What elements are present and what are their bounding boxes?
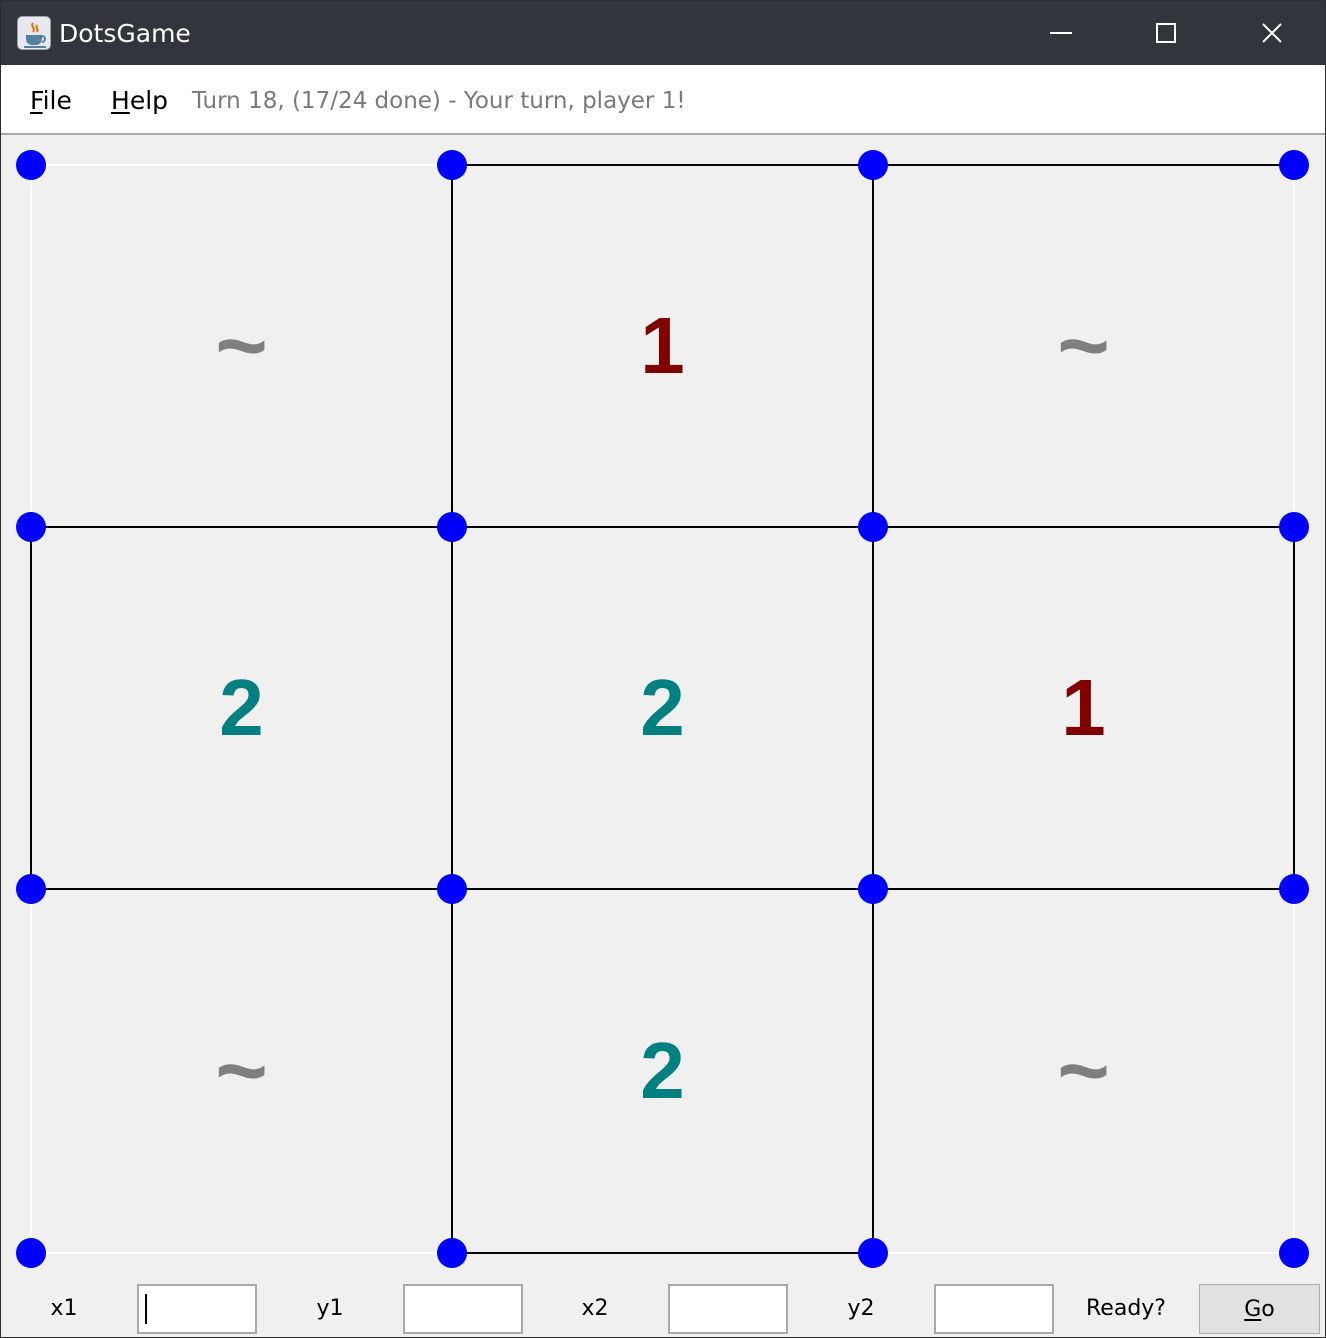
- box-owner-r1-c0: 2: [219, 663, 264, 752]
- box-owner-r2-c0: ~: [215, 1021, 268, 1121]
- dot-r1-c3[interactable]: [1279, 512, 1309, 542]
- dot-r3-c3[interactable]: [1279, 1238, 1309, 1268]
- menu-bar: File Help Turn 18, (17/24 done) - Your t…: [1, 65, 1325, 135]
- help-menu-mnemonic: H: [111, 86, 130, 115]
- go-button-mnemonic: G: [1244, 1296, 1262, 1322]
- x2-input[interactable]: [668, 1284, 788, 1334]
- y2-label: y2: [847, 1296, 875, 1321]
- dot-r2-c2[interactable]: [858, 874, 888, 904]
- turn-status: Turn 18, (17/24 done) - Your turn, playe…: [192, 88, 686, 114]
- java-coffee-cup-icon[interactable]: [17, 16, 51, 50]
- dot-r1-c2[interactable]: [858, 512, 888, 542]
- y1-label: y1: [316, 1296, 344, 1321]
- dot-r1-c0[interactable]: [16, 512, 46, 542]
- box-owner-r0-c1: 1: [640, 301, 685, 390]
- dot-r1-c1[interactable]: [437, 512, 467, 542]
- box-owner-r0-c2: ~: [1057, 296, 1110, 396]
- x1-label: x1: [50, 1296, 78, 1321]
- y2-input[interactable]: [934, 1284, 1054, 1334]
- box-owner-r1-c2: 1: [1061, 663, 1106, 752]
- ready-label: Ready?: [1086, 1296, 1166, 1321]
- maximize-button[interactable]: [1113, 1, 1219, 65]
- x1-input[interactable]: [137, 1284, 257, 1334]
- file-menu-label: ile: [42, 86, 72, 115]
- box-owner-r0-c0: ~: [215, 296, 268, 396]
- box-owner-r2-c2: ~: [1057, 1021, 1110, 1121]
- dot-r3-c0[interactable]: [16, 1238, 46, 1268]
- x2-label: x2: [581, 1296, 609, 1321]
- dot-r2-c1[interactable]: [437, 874, 467, 904]
- go-button[interactable]: Go: [1199, 1284, 1320, 1334]
- close-button[interactable]: [1219, 1, 1325, 65]
- board-canvas[interactable]: ~1 ~2 2 1 ~ 2 ~: [1, 135, 1325, 1281]
- close-icon: [1262, 23, 1282, 43]
- box-owner-r1-c1: 2: [640, 663, 685, 752]
- minimize-button[interactable]: [1008, 1, 1114, 65]
- window-title: DotsGame: [59, 19, 191, 48]
- file-menu[interactable]: File: [30, 85, 72, 117]
- box-owner-r2-c1: 2: [640, 1026, 685, 1115]
- go-button-label: o: [1261, 1296, 1275, 1322]
- maximize-icon: [1156, 23, 1176, 43]
- help-menu[interactable]: Help: [111, 85, 168, 117]
- y1-input[interactable]: [403, 1284, 523, 1334]
- dot-r2-c0[interactable]: [16, 874, 46, 904]
- title-bar[interactable]: DotsGame: [1, 1, 1325, 65]
- move-controls: x1 y1 x2 y2 Ready? Go: [1, 1281, 1325, 1337]
- dot-r3-c2[interactable]: [858, 1238, 888, 1268]
- minimize-icon: [1050, 32, 1072, 34]
- dot-r0-c3[interactable]: [1279, 150, 1309, 180]
- dot-r0-c1[interactable]: [437, 150, 467, 180]
- dot-r0-c2[interactable]: [858, 150, 888, 180]
- dot-r3-c1[interactable]: [437, 1238, 467, 1268]
- x1-field-wrapper: [137, 1281, 259, 1337]
- game-board[interactable]: ~1 ~2 2 1 ~2 ~: [1, 135, 1325, 1281]
- dot-r2-c3[interactable]: [1279, 874, 1309, 904]
- dots-game-window: DotsGame File Help Turn 18, (17/24 done)…: [0, 0, 1326, 1338]
- file-menu-mnemonic: F: [30, 86, 43, 115]
- dot-r0-c0[interactable]: [16, 150, 46, 180]
- text-caret: [145, 1294, 147, 1324]
- help-menu-label: elp: [129, 86, 169, 115]
